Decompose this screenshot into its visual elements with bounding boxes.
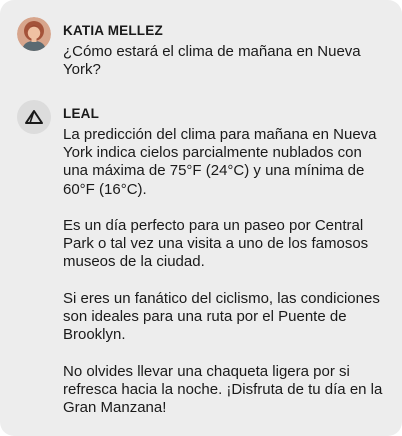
user-message-text: ¿Cómo estará el clima de mañana en Nueva… (63, 43, 361, 79)
assistant-paragraph: Si eres un fanático del ciclismo, las co… (63, 289, 380, 344)
assistant-paragraph: La predicción del clima para mañana en N… (63, 126, 377, 198)
triangle-logo-icon (25, 110, 43, 124)
assistant-name: LEAL (63, 106, 100, 121)
user-avatar (17, 17, 51, 51)
user-message: KATIA MELLEZ ¿Cómo estará el clima de ma… (17, 17, 388, 79)
user-name: KATIA MELLEZ (63, 23, 163, 38)
assistant-message: LEAL La predicción del clima para mañana… (17, 100, 388, 417)
chat-card: KATIA MELLEZ ¿Cómo estará el clima de ma… (0, 0, 402, 436)
assistant-paragraph: No olvides llevar una chaqueta ligera po… (63, 362, 383, 416)
assistant-avatar (17, 100, 51, 134)
assistant-paragraph: Es un día perfecto para un paseo por Cen… (63, 217, 369, 271)
user-photo-avatar-icon (17, 17, 51, 51)
assistant-message-text: La predicción del clima para mañana en N… (63, 126, 388, 417)
